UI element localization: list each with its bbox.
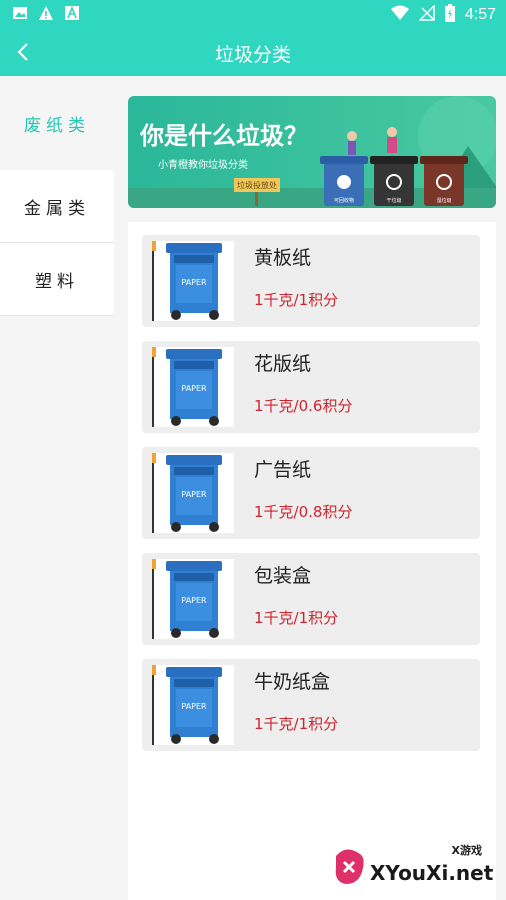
- sidebar-item-label: 塑料: [35, 271, 79, 292]
- item-price: 1千克/1积分: [254, 609, 339, 627]
- item-price: 1千克/0.8积分: [254, 503, 353, 521]
- sidebar-item-label: 废纸类: [24, 115, 90, 136]
- paper-bin-image: PAPER: [152, 241, 234, 321]
- promo-banner[interactable]: 垃圾投放处 你是什么垃圾？ 小青橙教你垃圾分类 可回收物 干垃圾 湿垃圾: [128, 96, 496, 208]
- no-signal-icon: [418, 4, 435, 25]
- warning-icon: [38, 5, 54, 21]
- banner-headline: 你是什么垃圾？: [139, 122, 308, 150]
- paper-bin-image: PAPER: [152, 453, 234, 533]
- status-time: 4:57: [464, 6, 496, 23]
- category-sidebar: 废纸类 金属类 塑料: [0, 76, 114, 900]
- paper-bin-image: PAPER: [152, 559, 234, 639]
- page-title: 垃圾分类: [214, 44, 291, 66]
- bin-text: PAPER: [181, 384, 207, 393]
- bin-label-wet: 湿垃圾: [436, 197, 451, 204]
- top-app-bar: 垃圾分类: [0, 28, 506, 76]
- item-name: 花版纸: [254, 353, 312, 375]
- image-icon: [12, 5, 28, 21]
- item-name: 广告纸: [254, 459, 312, 481]
- item-name: 黄板纸: [254, 247, 312, 269]
- wifi-icon: [390, 5, 409, 25]
- watermark-top-text: X游戏: [452, 843, 482, 857]
- sidebar-item-paper[interactable]: 废纸类: [0, 76, 114, 170]
- list-item[interactable]: PAPER 广告纸 1千克/0.8积分: [142, 447, 480, 539]
- item-name: 包装盒: [254, 565, 312, 587]
- paper-bin-image: PAPER: [152, 665, 234, 745]
- bin-text: PAPER: [181, 278, 207, 287]
- status-bar: 4:57: [0, 0, 506, 28]
- banner-subline: 小青橙教你垃圾分类: [158, 158, 248, 171]
- list-item[interactable]: PAPER 黄板纸 1千克/1积分: [142, 235, 480, 327]
- sidebar-item-metal[interactable]: 金属类: [0, 170, 114, 243]
- battery-icon: [444, 4, 455, 26]
- banner-illustration: 垃圾投放处 你是什么垃圾？ 小青橙教你垃圾分类 可回收物 干垃圾 湿垃圾: [128, 96, 496, 208]
- sidebar-item-label: 金属类: [24, 198, 90, 219]
- item-price: 1千克/1积分: [254, 291, 339, 309]
- bin-text: PAPER: [181, 702, 207, 711]
- sidebar-item-plastic[interactable]: 塑料: [0, 243, 114, 316]
- list-item[interactable]: PAPER 牛奶纸盒 1千克/1积分: [142, 659, 480, 751]
- watermark-main-text: XYouXi.net: [370, 861, 494, 885]
- bin-text: PAPER: [181, 490, 207, 499]
- bin-label-recyclable: 可回收物: [334, 197, 354, 204]
- font-icon: [64, 5, 80, 21]
- item-name: 牛奶纸盒: [254, 671, 331, 693]
- bin-text: PAPER: [181, 596, 207, 605]
- paper-bin-image: PAPER: [152, 347, 234, 427]
- item-list: PAPER 黄板纸 1千克/1积分 PAPER 花版纸 1千克/0.6积分 PA…: [128, 222, 496, 900]
- item-price: 1千克/0.6积分: [254, 397, 353, 415]
- list-item[interactable]: PAPER 花版纸 1千克/0.6积分: [142, 341, 480, 433]
- watermark-logo: X游戏 XYouXi.net: [332, 838, 500, 894]
- bin-label-dry: 干垃圾: [386, 197, 401, 204]
- banner-sign-text: 垃圾投放处: [237, 180, 277, 190]
- item-price: 1千克/1积分: [254, 715, 339, 733]
- list-item[interactable]: PAPER 包装盒 1千克/1积分: [142, 553, 480, 645]
